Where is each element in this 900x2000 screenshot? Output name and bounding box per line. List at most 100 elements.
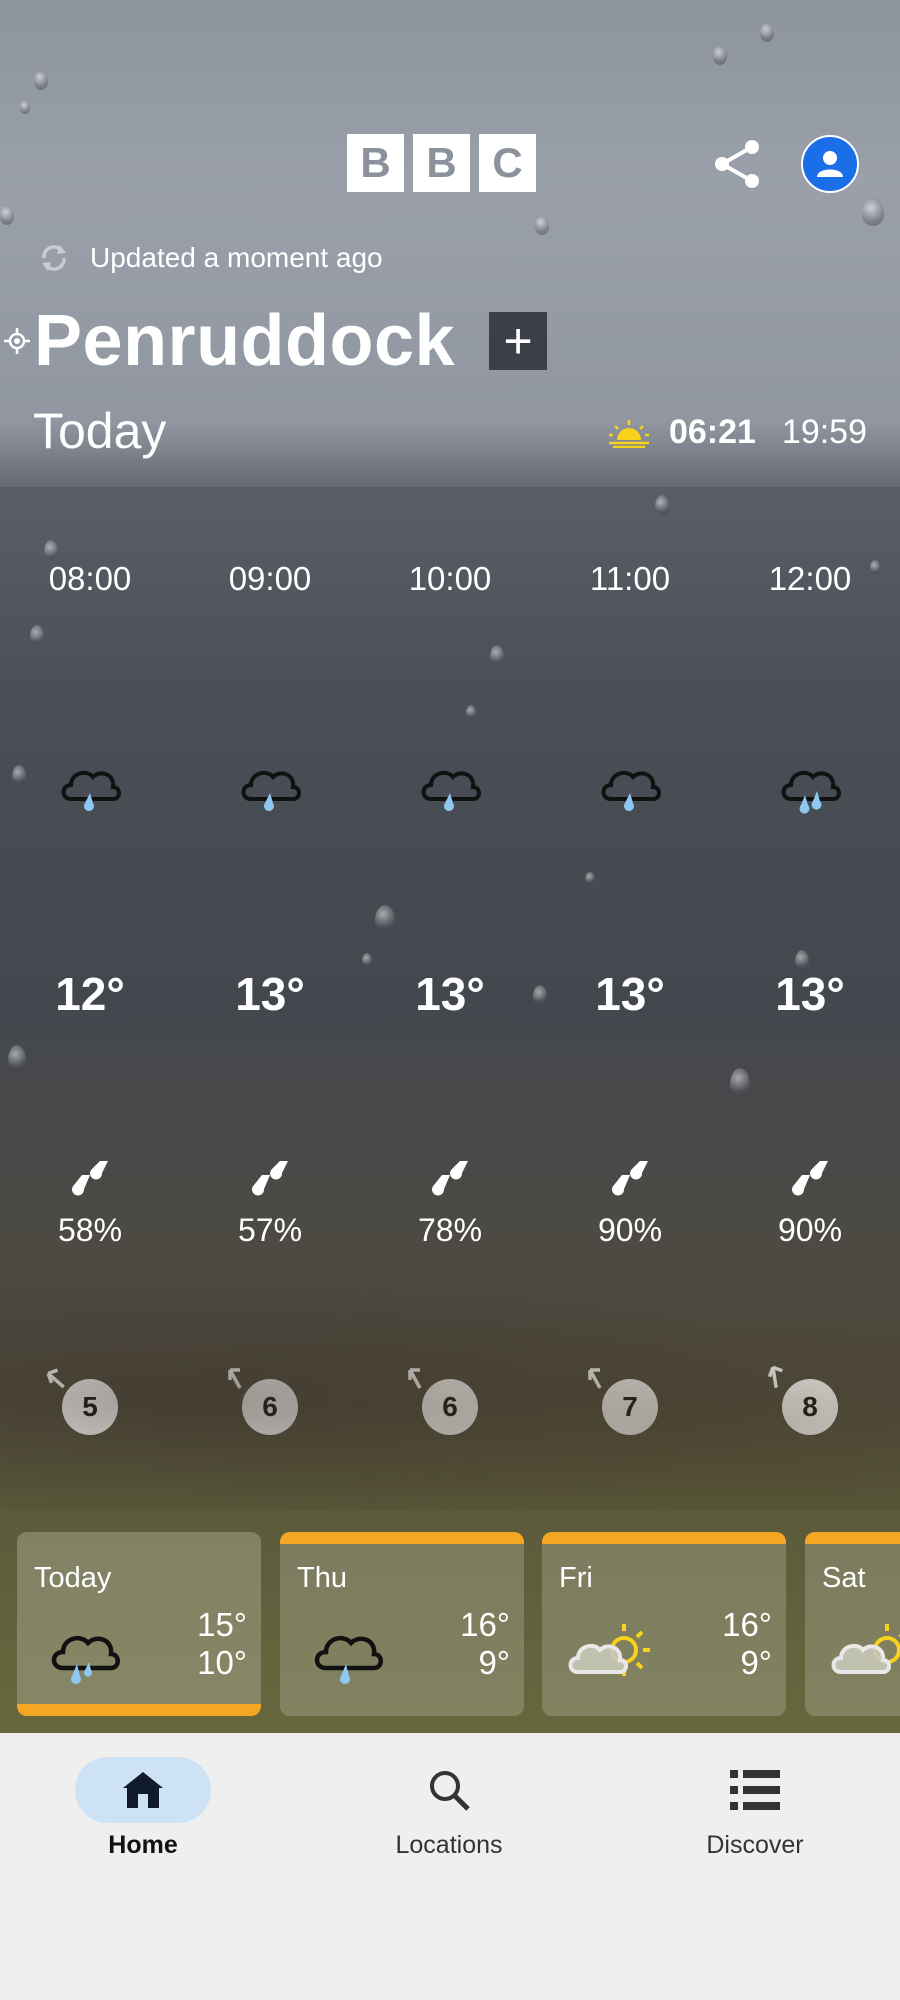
hour-temperature: 13° [235, 968, 305, 1020]
precipitation-chance: 78% [417, 1212, 483, 1248]
bbc-logo: B B C [347, 134, 536, 192]
hour-time: 11:00 [589, 560, 671, 597]
day-high-temp: 16° [460, 1606, 510, 1643]
sun-cloud-icon [831, 1624, 900, 1674]
precipitation-chance: 90% [777, 1212, 843, 1248]
wind-speed-badge: 7 [602, 1379, 658, 1435]
nav-locations[interactable]: Locations [349, 1757, 549, 1860]
current-location-icon [0, 324, 34, 358]
list-icon [730, 1770, 780, 1810]
refresh-icon[interactable] [38, 242, 70, 274]
hour-column[interactable]: 10:00 13° 78% 6 [360, 487, 540, 1507]
nav-locations-pill [381, 1757, 517, 1823]
selected-indicator [17, 1704, 261, 1716]
account-button[interactable] [801, 135, 859, 193]
precipitation-icon [612, 1161, 648, 1196]
hourly-forecast[interactable]: 08:00 12° 58% 5 09:00 13° 57% 6 10:00 13… [0, 487, 900, 1507]
nav-locations-label: Locations [395, 1831, 503, 1859]
sun-times: 06:21 19:59 [607, 413, 867, 452]
day-high-temp: 16° [722, 1606, 772, 1643]
nav-home-label: Home [108, 1831, 178, 1859]
raindrop [862, 198, 884, 226]
weather-app: B B C Updated a moment ago Penruddock + … [0, 0, 900, 1733]
bbc-logo-block: B [413, 134, 470, 192]
day-card-sat[interactable]: Sat [805, 1532, 900, 1716]
raindrop [760, 22, 774, 42]
add-location-button[interactable]: + [489, 312, 548, 370]
share-button[interactable] [712, 138, 764, 190]
raindrop [713, 45, 727, 65]
nav-discover[interactable]: Discover [655, 1757, 855, 1860]
precipitation-chance: 57% [237, 1212, 303, 1248]
day-card-fri[interactable]: Fri 16° 9° [542, 1532, 786, 1716]
sunrise-icon [608, 419, 649, 448]
cloud-light-rain-icon [421, 770, 481, 811]
hour-column[interactable]: 09:00 13° 57% 6 [180, 487, 360, 1507]
precipitation-chance: 58% [57, 1212, 123, 1248]
day-label: Today [33, 403, 167, 459]
warning-indicator [280, 1532, 524, 1544]
home-icon [123, 1772, 163, 1808]
hour-temperature: 13° [775, 968, 845, 1020]
hour-temperature: 12° [55, 968, 125, 1020]
hour-time: 12:00 [768, 560, 852, 597]
raindrop [20, 100, 30, 114]
day-high-temp: 15° [197, 1606, 247, 1643]
raindrop [0, 205, 14, 225]
nav-discover-label: Discover [706, 1831, 804, 1859]
location-row: Penruddock + [0, 300, 548, 382]
share-icon [715, 140, 759, 188]
hour-column[interactable]: 11:00 13° 90% 7 [540, 487, 720, 1507]
cloud-heavy-rain-icon [781, 770, 841, 814]
day-name: Thu [297, 1562, 347, 1594]
day-name: Today [34, 1562, 112, 1594]
day-card-thu[interactable]: Thu 16° 9° [280, 1532, 524, 1716]
user-icon [817, 151, 843, 177]
cloud-light-rain-icon [314, 1635, 383, 1684]
day-name: Sat [822, 1562, 866, 1594]
nav-home-pill [75, 1757, 211, 1823]
nav-home[interactable]: Home [43, 1757, 243, 1860]
precipitation-icon [792, 1161, 828, 1196]
bbc-logo-block: C [479, 134, 536, 192]
wind-speed-badge: 8 [782, 1379, 838, 1435]
cloud-light-rain-icon [51, 1635, 120, 1684]
day-low-temp: 9° [740, 1644, 772, 1681]
search-icon [430, 1771, 470, 1811]
warning-indicator [542, 1532, 786, 1544]
cloud-light-rain-icon [61, 770, 121, 811]
wind-speed-badge: 5 [62, 1379, 118, 1435]
sunset-time: 19:59 [781, 413, 867, 451]
wind-speed-badge: 6 [422, 1379, 478, 1435]
sunrise-time: 06:21 [668, 413, 756, 451]
hour-temperature: 13° [595, 968, 665, 1020]
hour-column[interactable]: 12:00 13° 90% 8 [720, 487, 900, 1507]
updated-text: Updated a moment ago [90, 242, 383, 273]
updated-status: Updated a moment ago [38, 242, 383, 274]
warning-indicator [805, 1532, 900, 1544]
hour-time: 09:00 [228, 560, 312, 597]
precipitation-icon [252, 1161, 288, 1196]
sun-cloud-icon [568, 1624, 650, 1676]
raindrop [535, 215, 549, 235]
cloud-light-rain-icon [601, 770, 661, 811]
bottom-navigation: Home Locations Discover [0, 1733, 900, 1883]
day-card-today[interactable]: Today 15° 10° [17, 1532, 261, 1716]
precipitation-chance: 90% [597, 1212, 663, 1248]
cloud-light-rain-icon [241, 770, 301, 811]
hour-column[interactable]: 08:00 12° 58% 5 [0, 487, 180, 1507]
hour-temperature: 13° [415, 968, 485, 1020]
hour-time: 10:00 [408, 560, 492, 597]
location-name: Penruddock [34, 301, 456, 381]
precipitation-icon [72, 1161, 108, 1196]
wind-speed-badge: 6 [242, 1379, 298, 1435]
day-name: Fri [559, 1562, 593, 1594]
day-low-temp: 10° [197, 1644, 247, 1681]
day-low-temp: 9° [478, 1644, 510, 1681]
bbc-logo-block: B [347, 134, 404, 192]
precipitation-icon [432, 1161, 468, 1196]
nav-discover-pill [687, 1757, 823, 1823]
raindrop [34, 70, 48, 90]
hour-time: 08:00 [48, 560, 132, 597]
daily-forecast[interactable]: Today 15° 10° Thu 16° 9° Fri 16° 9° Sat [0, 1530, 900, 1720]
